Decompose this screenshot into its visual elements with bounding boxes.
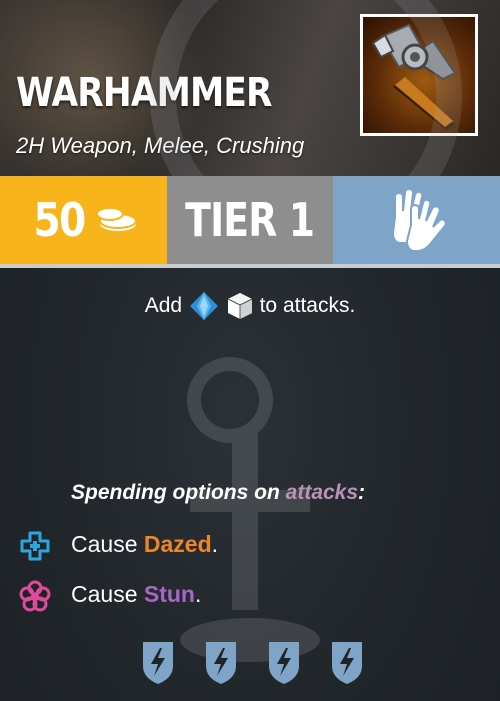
item-title: WARHAMMER	[16, 70, 272, 116]
coins-icon	[94, 203, 138, 238]
pink-flower-icon	[19, 580, 51, 612]
card-header: WARHAMMER 2H Weapon, Melee, Crushing	[0, 0, 500, 176]
tier-label: TIER 1	[185, 193, 315, 247]
add-suffix: to attacks.	[259, 294, 356, 317]
spending-title-text: Spending options on	[71, 481, 280, 504]
header-divider	[0, 264, 500, 268]
spending-title-colon: :	[358, 481, 366, 504]
stun-keyword: Stun	[143, 581, 195, 607]
shield-row	[143, 642, 362, 684]
option-suffix: .	[211, 531, 219, 557]
spending-option-stun: Cause Stun.	[71, 581, 201, 608]
cost-value: 50	[33, 193, 87, 247]
shield-lightning-icon	[206, 642, 236, 684]
white-die-icon	[227, 293, 252, 319]
stat-bar: 50 TIER 1	[0, 176, 500, 264]
shield-lightning-icon	[143, 642, 173, 684]
item-card: WARHAMMER 2H Weapon, Melee, Crushing 50	[0, 0, 500, 701]
spending-options-title: Spending options on attacks:	[71, 481, 365, 505]
option-prefix: Cause	[71, 531, 138, 557]
shield-lightning-icon	[332, 642, 362, 684]
add-dice-line: Add to attacks.	[0, 290, 500, 322]
tier-badge: TIER 1	[167, 176, 333, 264]
cost-badge: 50	[0, 176, 167, 264]
item-subtitle: 2H Weapon, Melee, Crushing	[16, 133, 305, 158]
background-figure	[180, 357, 320, 662]
attacks-keyword: attacks	[285, 481, 359, 504]
blue-die-icon	[189, 292, 218, 320]
option-suffix: .	[194, 581, 202, 607]
option-prefix: Cause	[71, 581, 138, 607]
spending-option-dazed: Cause Dazed.	[71, 531, 218, 558]
shield-lightning-icon	[269, 642, 299, 684]
two-hands-icon	[333, 176, 500, 264]
add-prefix: Add	[144, 294, 183, 317]
blue-cross-icon	[20, 531, 50, 561]
warhammer-icon	[360, 14, 478, 136]
dazed-keyword: Dazed	[143, 531, 212, 557]
